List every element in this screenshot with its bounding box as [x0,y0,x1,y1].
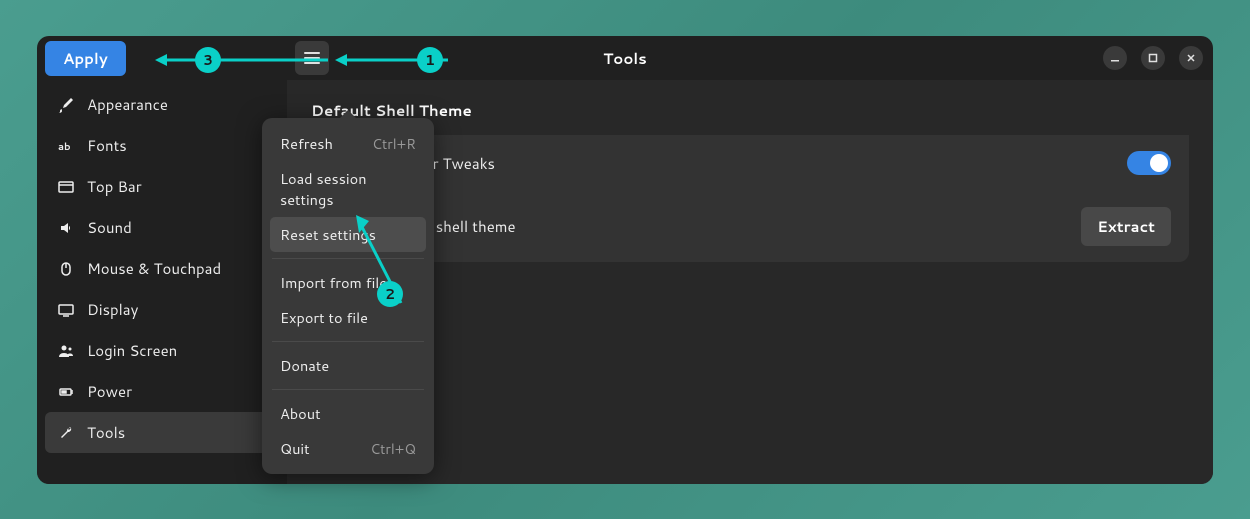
sidebar-item-sound[interactable]: Sound [45,207,279,248]
sidebar-item-label: Display [87,299,138,320]
setting-row-include-topbar: Include Top Bar Tweaks [311,135,1189,191]
brush-icon [57,96,75,114]
close-button[interactable] [1179,46,1203,70]
sidebar: Appearance ab Fonts Top Bar Sound Mouse … [37,80,287,484]
sound-icon [57,219,75,237]
annotation-badge-2: 2 [377,281,403,307]
menu-separator [272,389,424,390]
fonts-icon: ab [57,137,75,155]
tools-icon [57,424,75,442]
sidebar-item-label: Top Bar [87,176,142,197]
svg-text:ab: ab [58,140,71,154]
menu-item-donate[interactable]: Donate [270,348,426,383]
menu-label: Quit [280,438,310,459]
annotation-badge-3: 3 [195,47,221,73]
topbar-tweaks-toggle[interactable] [1127,151,1171,175]
sidebar-item-label: Appearance [87,94,168,115]
sidebar-item-power[interactable]: Power [45,371,279,412]
section-title: Default Shell Theme [311,100,1189,121]
menu-item-quit[interactable]: Quit Ctrl+Q [270,431,426,466]
menu-label: Donate [280,355,329,376]
topbar-icon [57,178,75,196]
window-controls [1103,46,1203,70]
menu-label: Refresh [280,133,333,154]
menu-item-refresh[interactable]: Refresh Ctrl+R [270,126,426,161]
annotation-arrow-1 [155,48,330,72]
sidebar-item-label: Fonts [87,135,127,156]
extract-button[interactable]: Extract [1081,207,1171,246]
app-window: Apply Tools Appearance [37,36,1213,484]
setting-row-extract: Extract default shell theme Extract [311,191,1189,262]
menu-shortcut: Ctrl+Q [370,439,416,459]
menu-label: Load session settings [280,168,416,210]
sidebar-item-login[interactable]: Login Screen [45,330,279,371]
sidebar-item-tools[interactable]: Tools [45,412,279,453]
minimize-icon [1110,53,1120,63]
menu-label: About [280,403,321,424]
sidebar-item-fonts[interactable]: ab Fonts [45,125,279,166]
sidebar-item-mouse[interactable]: Mouse & Touchpad [45,248,279,289]
toggle-knob [1150,154,1168,172]
menu-shortcut: Ctrl+R [372,134,416,154]
close-icon [1186,53,1196,63]
sidebar-item-label: Mouse & Touchpad [87,258,221,279]
login-icon [57,342,75,360]
mouse-icon [57,260,75,278]
sidebar-item-display[interactable]: Display [45,289,279,330]
annotation-badge-1: 1 [417,47,443,73]
minimize-button[interactable] [1103,46,1127,70]
apply-button[interactable]: Apply [45,41,126,76]
sidebar-item-appearance[interactable]: Appearance [45,84,279,125]
menu-item-about[interactable]: About [270,396,426,431]
sidebar-item-label: Sound [87,217,132,238]
maximize-icon [1148,53,1158,63]
power-icon [57,383,75,401]
sidebar-item-topbar[interactable]: Top Bar [45,166,279,207]
sidebar-item-label: Login Screen [87,340,177,361]
window-title: Tools [603,48,647,69]
menu-item-load-session[interactable]: Load session settings [270,161,426,217]
maximize-button[interactable] [1141,46,1165,70]
content-area: Appearance ab Fonts Top Bar Sound Mouse … [37,80,1213,484]
display-icon [57,301,75,319]
menu-separator [272,341,424,342]
sidebar-item-label: Tools [87,422,125,443]
sidebar-item-label: Power [87,381,132,402]
